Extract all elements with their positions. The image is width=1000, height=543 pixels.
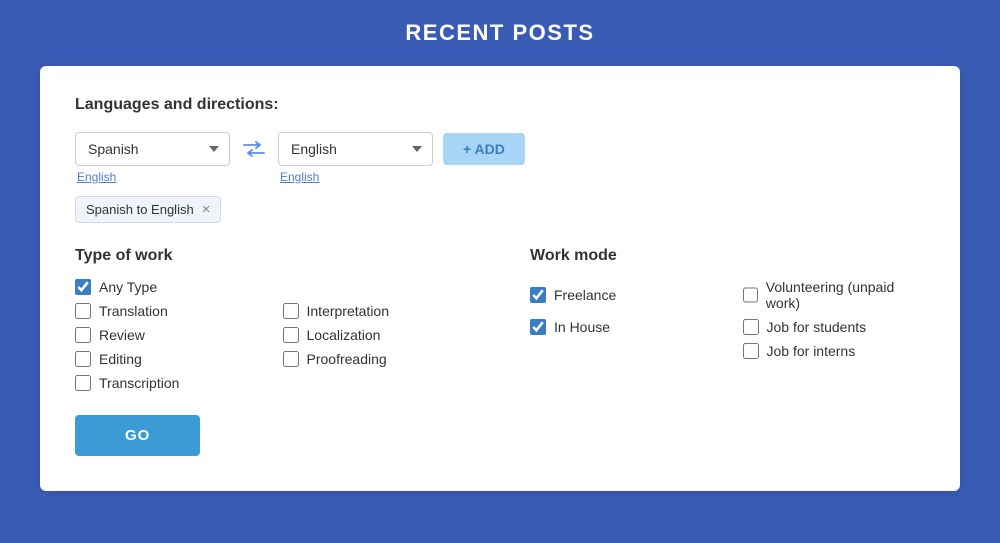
checkbox-localization: Localization bbox=[283, 327, 471, 343]
checkbox-proofreading: Proofreading bbox=[283, 351, 471, 367]
checkbox-volunteering-label: Volunteering (unpaid work) bbox=[766, 279, 925, 311]
work-mode-grid: Freelance Volunteering (unpaid work) In … bbox=[530, 279, 925, 359]
checkbox-review-label: Review bbox=[99, 327, 145, 343]
checkbox-interpretation: Interpretation bbox=[283, 303, 471, 319]
empty-cell bbox=[283, 279, 471, 295]
checkbox-job-interns-input[interactable] bbox=[743, 343, 759, 359]
checkbox-freelance-label: Freelance bbox=[554, 287, 616, 303]
checkbox-job-interns: Job for interns bbox=[743, 343, 926, 359]
checkbox-inhouse: In House bbox=[530, 319, 713, 335]
swap-icon[interactable] bbox=[240, 135, 268, 163]
type-of-work-grid: Any Type Translation Interpretation Revi… bbox=[75, 279, 470, 391]
checkbox-transcription-input[interactable] bbox=[75, 375, 91, 391]
type-of-work-section: Type of work Any Type Translation Interp… bbox=[75, 247, 470, 456]
checkbox-translation: Translation bbox=[75, 303, 263, 319]
checkbox-job-students-input[interactable] bbox=[743, 319, 759, 335]
page-header: RECENT POSTS bbox=[0, 0, 1000, 66]
languages-section: Languages and directions: Spanish Englis… bbox=[75, 96, 925, 223]
language-tag-label: Spanish to English bbox=[86, 202, 194, 217]
checkbox-any-type-input[interactable] bbox=[75, 279, 91, 295]
from-language-select[interactable]: Spanish English French German bbox=[75, 132, 230, 166]
checkbox-inhouse-label: In House bbox=[554, 319, 610, 335]
checkbox-transcription: Transcription bbox=[75, 375, 263, 391]
checkbox-proofreading-label: Proofreading bbox=[307, 351, 387, 367]
language-tag: Spanish to English × bbox=[75, 196, 221, 223]
checkbox-job-students: Job for students bbox=[743, 319, 926, 335]
to-language-wrap: English Spanish French German English bbox=[278, 132, 433, 184]
from-language-wrap: Spanish English French German English bbox=[75, 132, 230, 184]
checkbox-editing-input[interactable] bbox=[75, 351, 91, 367]
language-tag-remove[interactable]: × bbox=[202, 202, 211, 217]
checkbox-editing-label: Editing bbox=[99, 351, 142, 367]
checkbox-proofreading-input[interactable] bbox=[283, 351, 299, 367]
checkbox-interpretation-label: Interpretation bbox=[307, 303, 390, 319]
filters-section: Type of work Any Type Translation Interp… bbox=[75, 247, 925, 456]
checkbox-localization-input[interactable] bbox=[283, 327, 299, 343]
checkbox-interpretation-input[interactable] bbox=[283, 303, 299, 319]
checkbox-transcription-label: Transcription bbox=[99, 375, 179, 391]
go-button[interactable]: GO bbox=[75, 415, 200, 456]
checkbox-editing: Editing bbox=[75, 351, 263, 367]
checkbox-localization-label: Localization bbox=[307, 327, 381, 343]
main-card: Languages and directions: Spanish Englis… bbox=[40, 66, 960, 491]
empty-mode-cell bbox=[530, 343, 713, 359]
to-language-select[interactable]: English Spanish French German bbox=[278, 132, 433, 166]
checkbox-volunteering: Volunteering (unpaid work) bbox=[743, 279, 926, 311]
add-language-button[interactable]: + ADD bbox=[443, 133, 525, 165]
checkbox-any-type: Any Type bbox=[75, 279, 263, 295]
page-title: RECENT POSTS bbox=[20, 20, 980, 46]
languages-section-title: Languages and directions: bbox=[75, 96, 925, 114]
to-language-hint[interactable]: English bbox=[280, 170, 433, 184]
checkbox-review-input[interactable] bbox=[75, 327, 91, 343]
checkbox-job-interns-label: Job for interns bbox=[767, 343, 856, 359]
checkbox-translation-input[interactable] bbox=[75, 303, 91, 319]
work-mode-title: Work mode bbox=[530, 247, 925, 265]
language-row: Spanish English French German English En… bbox=[75, 132, 925, 184]
work-mode-section: Work mode Freelance Volunteering (unpaid… bbox=[530, 247, 925, 456]
type-of-work-title: Type of work bbox=[75, 247, 470, 265]
checkbox-any-type-label: Any Type bbox=[99, 279, 157, 295]
checkbox-review: Review bbox=[75, 327, 263, 343]
checkbox-inhouse-input[interactable] bbox=[530, 319, 546, 335]
from-language-hint[interactable]: English bbox=[77, 170, 230, 184]
checkbox-job-students-label: Job for students bbox=[767, 319, 867, 335]
checkbox-volunteering-input[interactable] bbox=[743, 287, 758, 303]
checkbox-freelance: Freelance bbox=[530, 279, 713, 311]
checkbox-freelance-input[interactable] bbox=[530, 287, 546, 303]
checkbox-translation-label: Translation bbox=[99, 303, 168, 319]
